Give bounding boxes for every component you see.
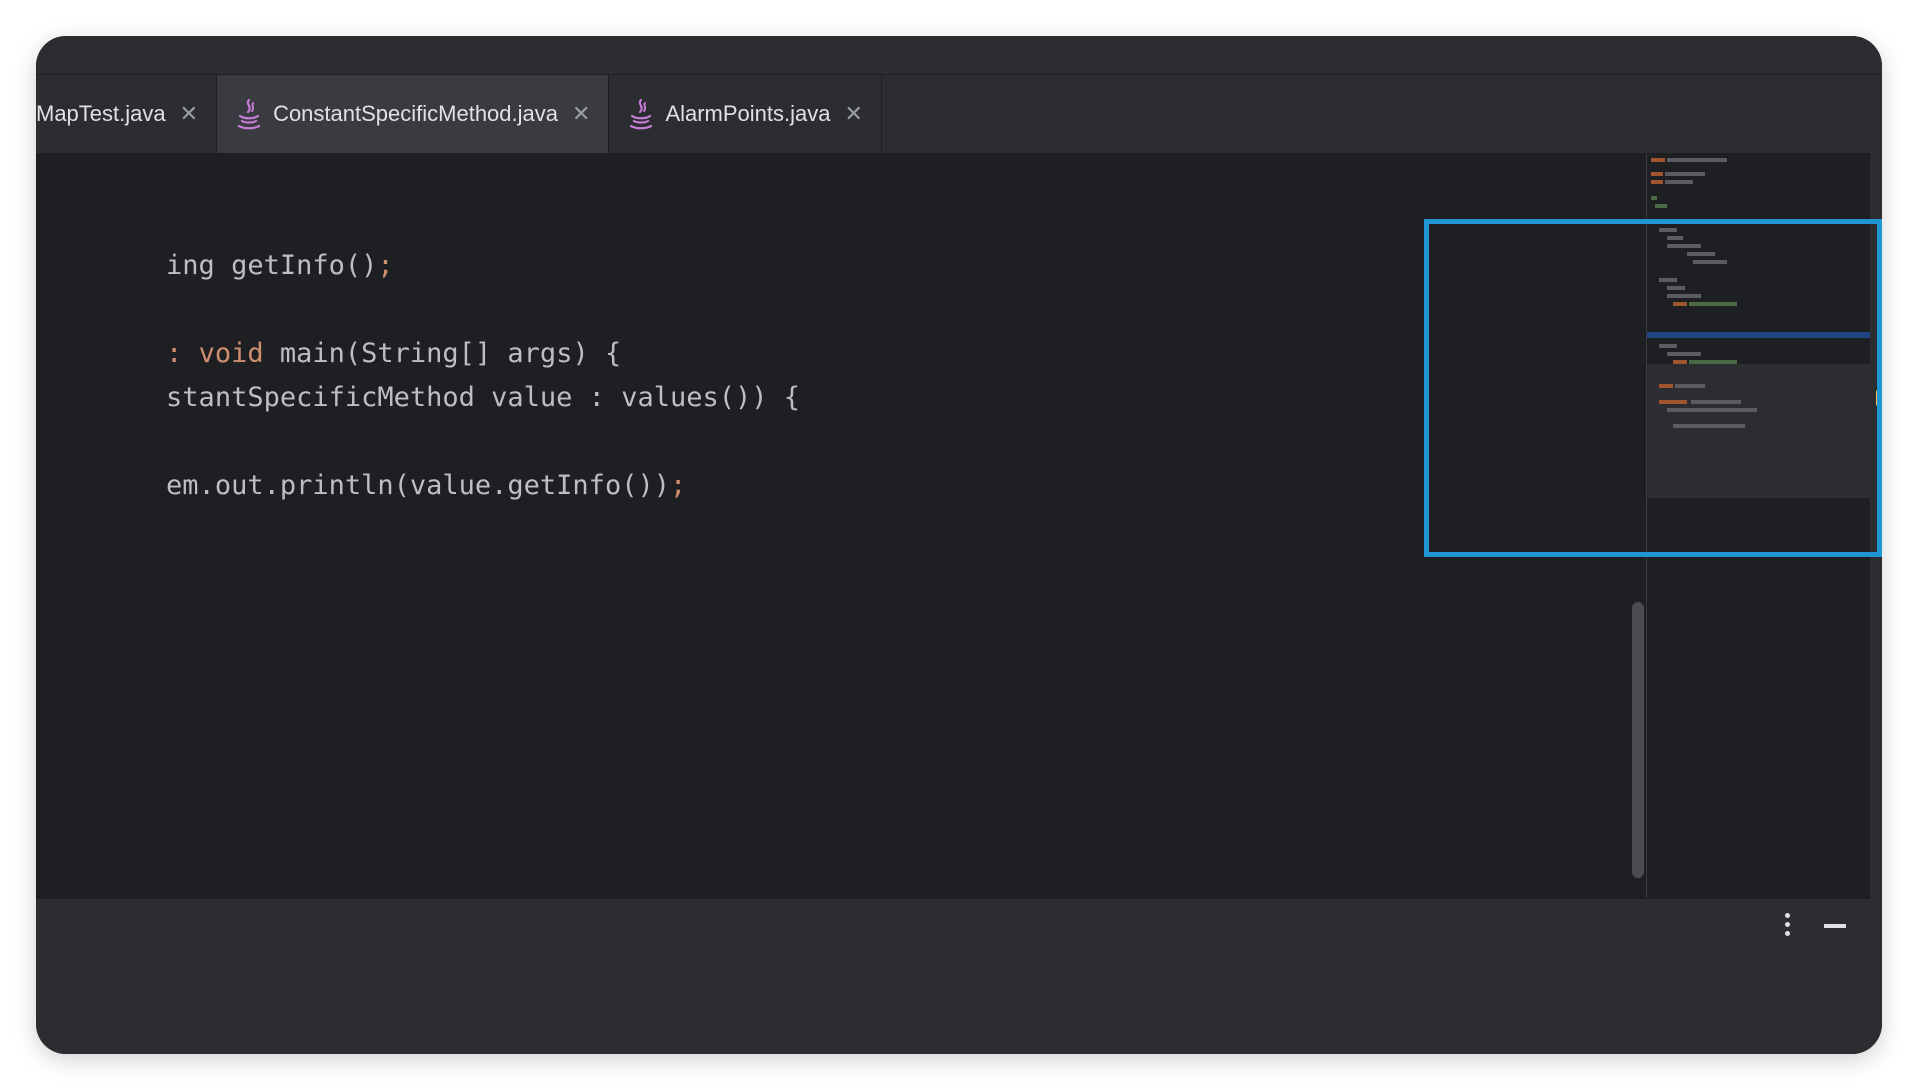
minimap-token bbox=[1665, 180, 1693, 184]
more-vertical-icon[interactable] bbox=[1782, 913, 1792, 939]
minimap-caret-line bbox=[1647, 332, 1873, 338]
minimap-token bbox=[1673, 302, 1687, 306]
code-minimap[interactable] bbox=[1646, 154, 1873, 898]
minimap-token bbox=[1675, 384, 1705, 388]
code-semicolon: ; bbox=[669, 470, 687, 501]
minimap-token bbox=[1651, 220, 1661, 224]
code-text: em.out.println(value.getInfo()) bbox=[166, 470, 670, 501]
code-line[interactable]: ing getInfo(); bbox=[36, 206, 394, 281]
minimap-token bbox=[1673, 360, 1687, 364]
vertical-scrollbar[interactable] bbox=[1632, 602, 1644, 878]
code-text: stantSpecificMethod value : values()) { bbox=[166, 382, 801, 413]
minimap-token bbox=[1655, 204, 1667, 208]
tab-label: ConstantSpecificMethod.java bbox=[273, 101, 558, 126]
ide-window: MapTest.java ✕ ConstantSpecificMethod.ja… bbox=[36, 36, 1882, 1054]
title-bar bbox=[36, 36, 1882, 75]
minimap-token bbox=[1667, 408, 1757, 412]
minimap-token bbox=[1651, 180, 1663, 184]
tab-label: MapTest.java bbox=[36, 101, 166, 126]
minimap-token bbox=[1667, 352, 1701, 356]
minimap-token bbox=[1691, 400, 1741, 404]
editor-tab-bar: MapTest.java ✕ ConstantSpecificMethod.ja… bbox=[36, 75, 1870, 154]
minimap-token bbox=[1659, 400, 1687, 404]
minimap-token bbox=[1667, 158, 1727, 162]
minimap-token bbox=[1667, 286, 1685, 290]
minimap-token bbox=[1667, 236, 1683, 240]
code-line[interactable]: : void main(String[] args) { bbox=[36, 294, 621, 369]
minimap-token bbox=[1651, 172, 1663, 176]
minimap-token bbox=[1659, 278, 1677, 282]
code-editor[interactable]: ing getInfo(); : void main(String[] args… bbox=[36, 154, 1873, 898]
code-line[interactable]: stantSpecificMethod value : values()) { bbox=[36, 338, 800, 413]
code-text: ing getInfo() bbox=[166, 250, 378, 281]
code-line[interactable]: em.out.println(value.getInfo()); bbox=[36, 426, 686, 501]
tab-label: AlarmPoints.java bbox=[665, 101, 831, 126]
tab-maptest[interactable]: MapTest.java ✕ bbox=[36, 75, 218, 153]
warning-marker[interactable] bbox=[1876, 390, 1882, 406]
minimap-token bbox=[1665, 172, 1705, 176]
minimap-token bbox=[1687, 252, 1715, 256]
tab-alarmpoints[interactable]: AlarmPoints.java ✕ bbox=[609, 75, 882, 153]
code-semicolon: ; bbox=[377, 250, 394, 281]
minimap-token bbox=[1659, 384, 1673, 388]
java-file-icon bbox=[627, 98, 655, 130]
minimap-token bbox=[1667, 294, 1701, 298]
minimap-token bbox=[1663, 220, 1671, 224]
minimap-token bbox=[1673, 424, 1745, 428]
minimap-token bbox=[1689, 360, 1737, 364]
minimap-token bbox=[1651, 196, 1657, 200]
minimize-icon[interactable] bbox=[1824, 924, 1846, 928]
java-file-icon bbox=[235, 98, 263, 130]
minimap-token bbox=[1693, 260, 1727, 264]
close-icon[interactable]: ✕ bbox=[845, 103, 863, 125]
minimap-token bbox=[1651, 158, 1665, 162]
minimap-token bbox=[1673, 220, 1719, 224]
bottom-tool-window bbox=[36, 953, 1882, 1054]
close-icon[interactable]: ✕ bbox=[180, 103, 198, 125]
minimap-token bbox=[1659, 228, 1677, 232]
minimap-token bbox=[1659, 344, 1677, 348]
minimap-token bbox=[1689, 302, 1737, 306]
bottom-tool-window-header bbox=[36, 898, 1870, 954]
minimap-token bbox=[1667, 244, 1701, 248]
tab-constantspecificmethod[interactable]: ConstantSpecificMethod.java ✕ bbox=[217, 75, 610, 153]
close-icon[interactable]: ✕ bbox=[572, 103, 590, 125]
error-stripe[interactable] bbox=[1870, 154, 1882, 898]
code-area[interactable]: ing getInfo(); : void main(String[] args… bbox=[36, 154, 1646, 898]
